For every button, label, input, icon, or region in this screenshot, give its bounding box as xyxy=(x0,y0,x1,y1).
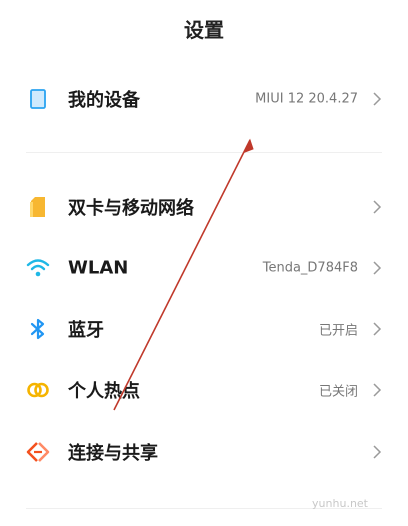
wifi-icon xyxy=(26,256,50,280)
row-value: 已开启 xyxy=(318,323,358,339)
sim-card-icon xyxy=(26,195,50,219)
row-label: 蓝牙 xyxy=(68,320,104,341)
chevron-right-icon xyxy=(372,321,382,337)
row-label: WLAN xyxy=(68,257,129,279)
row-value: MIUI 12 20.4.27 xyxy=(255,91,358,107)
page-title: 设置 xyxy=(184,18,224,42)
chevron-right-icon xyxy=(372,444,382,460)
row-connection-sharing[interactable]: 连接与共享 xyxy=(0,425,408,479)
row-label: 双卡与移动网络 xyxy=(68,198,194,219)
row-sim[interactable]: 双卡与移动网络 xyxy=(0,180,408,234)
chevron-right-icon xyxy=(372,199,382,215)
section-divider xyxy=(26,152,382,153)
row-value: Tenda_D784F8 xyxy=(262,260,358,276)
connection-sharing-icon xyxy=(26,440,50,464)
hotspot-icon xyxy=(26,378,50,402)
chevron-right-icon xyxy=(372,260,382,276)
row-value: 已关闭 xyxy=(318,384,358,400)
row-label: 我的设备 xyxy=(68,90,140,111)
row-label: 个人热点 xyxy=(68,381,140,402)
row-bluetooth[interactable]: 蓝牙 已开启 xyxy=(0,302,408,356)
bluetooth-icon xyxy=(26,317,50,341)
row-hotspot[interactable]: 个人热点 已关闭 xyxy=(0,363,408,417)
chevron-right-icon xyxy=(372,382,382,398)
row-wlan[interactable]: WLAN Tenda_D784F8 xyxy=(0,241,408,295)
watermark: yunhu.net xyxy=(312,497,368,510)
row-my-device[interactable]: 我的设备 MIUI 12 20.4.27 xyxy=(0,72,408,126)
row-label: 连接与共享 xyxy=(68,443,158,464)
phone-icon xyxy=(26,87,50,111)
chevron-right-icon xyxy=(372,91,382,107)
